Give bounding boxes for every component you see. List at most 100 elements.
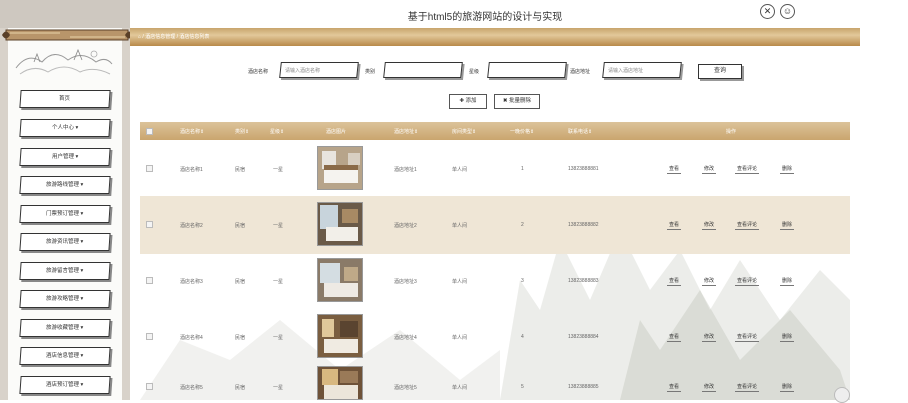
- select-all-checkbox[interactable]: [146, 128, 153, 135]
- sidebar-item-hotels[interactable]: 酒店信息管理 ▾: [19, 347, 111, 365]
- close-icon[interactable]: ✕: [760, 4, 775, 19]
- row-checkbox[interactable]: [146, 277, 153, 284]
- cell-address: 酒店地址5: [394, 385, 417, 391]
- star-input[interactable]: [487, 62, 567, 78]
- sidebar-item-news[interactable]: 旅游资讯管理 ▾: [19, 233, 111, 251]
- col-address[interactable]: 酒店地址⇕: [394, 128, 418, 135]
- scroll-top-button[interactable]: [834, 387, 850, 403]
- sidebar-item-label: 酒店预订管理 ▾: [46, 382, 84, 388]
- add-button[interactable]: ✚ 添加: [449, 94, 487, 109]
- sidebar-item-routes[interactable]: 旅游路线管理 ▾: [19, 176, 111, 194]
- sidebar-item-users[interactable]: 用户管理 ▾: [19, 148, 111, 166]
- view-comments-button[interactable]: 查看评论: [735, 381, 760, 392]
- edit-button[interactable]: 修改: [702, 331, 717, 342]
- home-icon[interactable]: ⌂: [138, 34, 141, 40]
- logo-landscape-icon: [15, 48, 113, 75]
- scroll-ornament-icon: [2, 29, 133, 41]
- cell-price: 4: [521, 334, 524, 340]
- col-operations: 操作: [726, 129, 737, 135]
- cell-category: 民宿: [235, 279, 246, 285]
- edit-button[interactable]: 修改: [702, 275, 717, 286]
- table-row: 酒店名称1 民宿 一星 酒店地址1 单人间 1 13823888881 查看 修…: [140, 140, 850, 198]
- cell-phone: 13823888884: [568, 334, 599, 340]
- cell-address: 酒店地址3: [394, 279, 417, 285]
- cell-category: 民宿: [235, 335, 246, 341]
- view-button[interactable]: 查看: [667, 381, 682, 392]
- delete-button[interactable]: 删除: [780, 163, 795, 174]
- hotel-name-input[interactable]: 请输入酒店名称: [279, 62, 359, 78]
- sidebar-item-tickets[interactable]: 门票预订管理 ▾: [19, 205, 111, 223]
- view-comments-button[interactable]: 查看评论: [735, 275, 760, 286]
- row-checkbox[interactable]: [146, 383, 153, 390]
- cell-address: 酒店地址2: [394, 223, 417, 229]
- view-comments-button[interactable]: 查看评论: [735, 163, 760, 174]
- category-input[interactable]: [383, 62, 463, 78]
- sidebar-item-profile[interactable]: 个人中心 ▾: [19, 119, 111, 137]
- delete-button[interactable]: 删除: [780, 331, 795, 342]
- cell-hotel-name: 酒店名称3: [180, 279, 203, 285]
- col-category[interactable]: 类别⇕: [235, 128, 249, 135]
- cell-category: 民宿: [235, 385, 246, 391]
- table-row: 酒店名称5 民宿 一星 酒店地址5 单人间 5 13823888885 查看 修…: [140, 364, 850, 400]
- hotel-image: [317, 146, 363, 190]
- row-checkbox[interactable]: [146, 333, 153, 340]
- cell-star: 一星: [273, 335, 284, 341]
- sidebar-item-guides[interactable]: 旅游攻略管理 ▾: [19, 290, 111, 308]
- breadcrumb-bar: ⌂ / 酒店信息管理 / 酒店信息列表: [130, 28, 860, 46]
- sidebar-item-home[interactable]: 首页: [19, 90, 111, 108]
- query-button[interactable]: 查询: [698, 64, 742, 79]
- view-button[interactable]: 查看: [667, 275, 682, 286]
- view-comments-button[interactable]: 查看评论: [735, 331, 760, 342]
- hotel-name-placeholder: 请输入酒店名称: [284, 68, 320, 74]
- cell-hotel-name: 酒店名称2: [180, 223, 203, 229]
- edit-button[interactable]: 修改: [702, 163, 717, 174]
- delete-button[interactable]: 删除: [780, 275, 795, 286]
- site-title: 基于html5的旅游网站的设计与实现: [407, 12, 563, 23]
- view-comments-button[interactable]: 查看评论: [735, 219, 760, 230]
- breadcrumb-separator: /: [142, 34, 144, 40]
- cell-phone: 13823888885: [568, 384, 599, 390]
- cell-category: 民宿: [235, 167, 246, 173]
- table-row: 酒店名称3 民宿 一星 酒店地址3 单人间 3 13823888883 查看 修…: [140, 252, 850, 310]
- address-input[interactable]: 请输入酒店地址: [602, 62, 682, 78]
- batch-delete-button[interactable]: ✖ 批量删除: [494, 94, 540, 109]
- sidebar-item-label: 酒店信息管理 ▾: [46, 353, 84, 359]
- col-hotel-name[interactable]: 酒店名称⇕: [180, 128, 204, 135]
- col-room-type[interactable]: 房间类型⇕: [452, 128, 476, 135]
- sidebar-item-label: 旅游资讯管理 ▾: [46, 239, 84, 245]
- view-button[interactable]: 查看: [667, 219, 682, 230]
- hotel-image: [317, 258, 363, 302]
- sidebar: 首页 个人中心 ▾ 用户管理 ▾ 旅游路线管理 ▾ 门票预订管理 ▾ 旅游资讯管…: [0, 0, 133, 400]
- cell-price: 5: [521, 384, 524, 390]
- sidebar-item-favorites[interactable]: 旅游收藏管理 ▾: [19, 319, 111, 337]
- edit-button[interactable]: 修改: [702, 219, 717, 230]
- table-row: 酒店名称4 民宿 一星 酒店地址4 单人间 4 13823888884 查看 修…: [140, 308, 850, 366]
- row-checkbox[interactable]: [146, 221, 153, 228]
- cell-star: 一星: [273, 167, 284, 173]
- col-price[interactable]: 一晚价格⇕: [510, 128, 534, 135]
- row-checkbox[interactable]: [146, 165, 153, 172]
- user-icon[interactable]: ☺: [780, 4, 795, 19]
- cell-room-type: 单人间: [452, 335, 468, 341]
- view-button[interactable]: 查看: [667, 163, 682, 174]
- delete-button[interactable]: 删除: [780, 219, 795, 230]
- cell-phone: 13823888883: [568, 278, 599, 284]
- view-button[interactable]: 查看: [667, 331, 682, 342]
- breadcrumb: ⌂ / 酒店信息管理 / 酒店信息列表: [138, 33, 209, 40]
- hotel-image: [317, 202, 363, 246]
- cell-category: 民宿: [235, 223, 246, 229]
- edit-button[interactable]: 修改: [702, 381, 717, 392]
- cell-hotel-name: 酒店名称4: [180, 335, 203, 341]
- cell-phone: 13823888881: [568, 166, 599, 172]
- col-phone[interactable]: 联系电话⇕: [568, 128, 592, 135]
- breadcrumb-level1[interactable]: 酒店信息管理: [145, 34, 175, 40]
- sidebar-item-label: 个人中心 ▾: [51, 125, 79, 131]
- hotel-image: [317, 314, 363, 358]
- delete-button[interactable]: 删除: [780, 381, 795, 392]
- cell-price: 2: [521, 222, 524, 228]
- col-star[interactable]: 星级⇕: [270, 128, 284, 135]
- cell-star: 一星: [273, 385, 284, 391]
- sidebar-item-messages[interactable]: 旅游留言管理 ▾: [19, 262, 111, 280]
- sidebar-item-hotel-bookings[interactable]: 酒店预订管理 ▾: [19, 376, 111, 394]
- table-row: 酒店名称2 民宿 一星 酒店地址2 单人间 2 13823888882 查看 修…: [140, 196, 850, 254]
